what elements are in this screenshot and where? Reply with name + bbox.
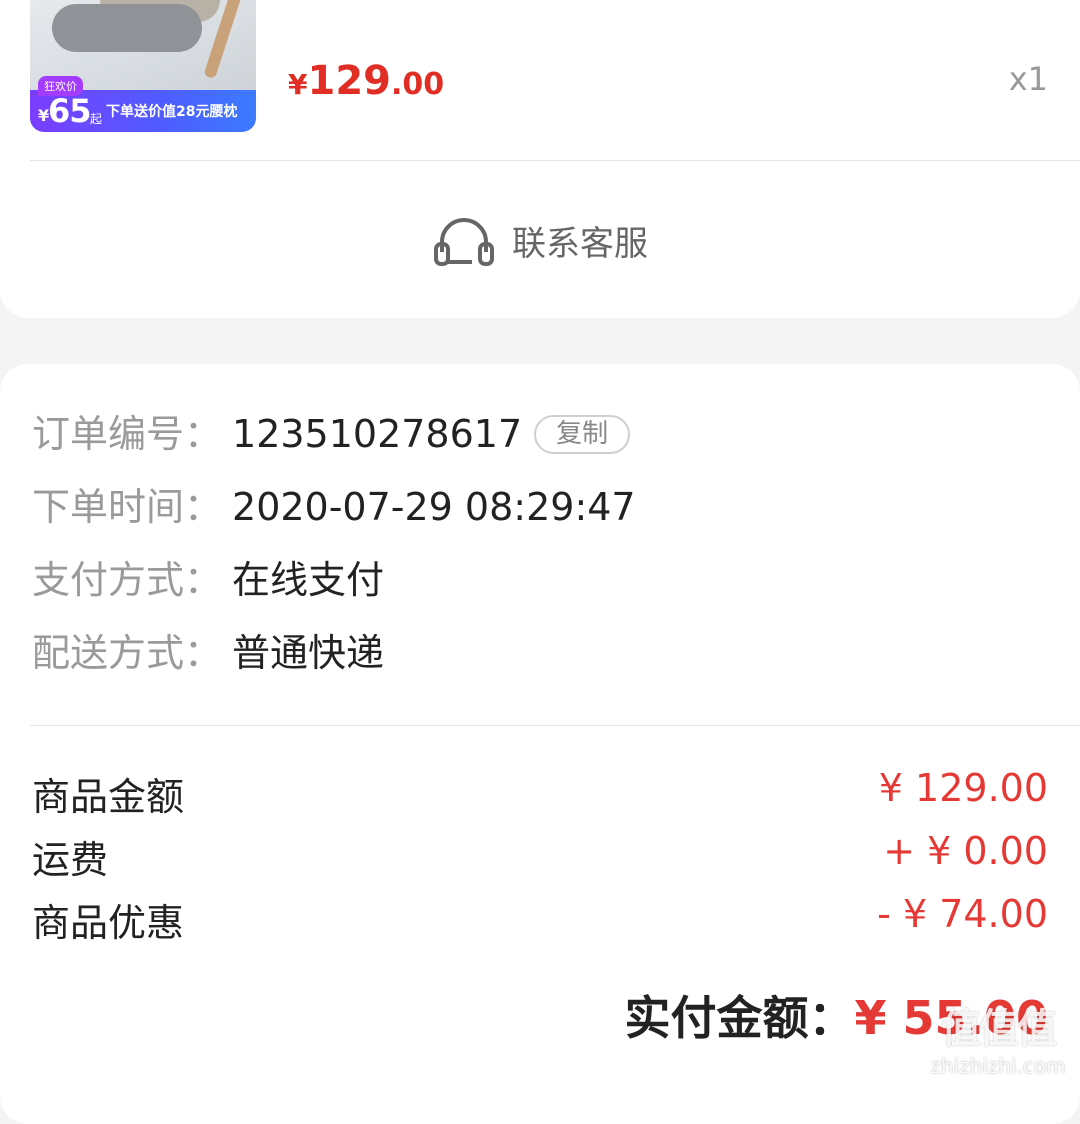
watermark-domain: zhizhizhi.com [930, 1054, 1066, 1078]
discount-value: - ¥ 74.00 [877, 892, 1048, 936]
goods-amount-value: ¥ 129.00 [878, 766, 1048, 810]
contact-service-button[interactable]: 联系客服 [0, 210, 1080, 270]
product-card: 狂欢价 ¥ 65 起 下单送价值28元腰枕 十八格绒布 浅灰色 ¥129.00 … [0, 0, 1080, 318]
product-thumbnail[interactable]: 狂欢价 ¥ 65 起 下单送价值28元腰枕 [30, 0, 256, 132]
price-symbol: ¥ [288, 68, 308, 101]
shipping-fee-label: 运费 [32, 838, 109, 882]
total-paid-label: 实付金额： [624, 991, 855, 1045]
price-decimal: .00 [390, 67, 445, 102]
product-quantity: x1 [1008, 60, 1048, 98]
discount-label: 商品优惠 [32, 901, 185, 945]
payment-method-row: 支付方式： 在线支付 [32, 558, 384, 604]
promo-text: 下单送价值28元腰枕 [106, 104, 238, 120]
site-watermark: 值值值 zhizhizhi.com [924, 996, 1072, 1078]
delivery-method-label: 配送方式： [32, 631, 223, 675]
order-time-value: 2020-07-29 08:29:47 [232, 485, 636, 529]
order-number-value: 123510278617 [232, 412, 523, 456]
order-number-row: 订单编号： 123510278617 复制 [32, 412, 631, 458]
order-time-label: 下单时间： [32, 485, 223, 529]
delivery-method-value: 普通快递 [232, 631, 385, 675]
promo-suffix: 起 [90, 112, 103, 126]
promo-banner: 狂欢价 ¥ 65 起 下单送价值28元腰枕 [30, 76, 256, 132]
order-number-label: 订单编号： [32, 412, 223, 456]
delivery-method-row: 配送方式： 普通快递 [32, 631, 384, 677]
order-time-row: 下单时间： 2020-07-29 08:29:47 [32, 485, 636, 531]
promo-price: 65 [48, 92, 92, 130]
payment-method-value: 在线支付 [232, 558, 385, 602]
goods-amount-label: 商品金额 [32, 775, 185, 819]
payment-method-label: 支付方式： [32, 558, 223, 602]
thumbnail-cushion [52, 4, 202, 52]
divider [30, 160, 1080, 161]
divider [30, 725, 1080, 726]
contact-service-label: 联系客服 [512, 223, 648, 264]
order-details-card: 订单编号： 123510278617 复制 下单时间： 2020-07-29 08:2… [0, 364, 1080, 1124]
product-price: ¥129.00 [288, 58, 444, 104]
shipping-fee-value: + ¥ 0.00 [883, 829, 1048, 873]
watermark-logo: 值值值 [941, 1006, 1057, 1052]
headset-icon [434, 218, 494, 266]
price-integer: 129 [307, 58, 391, 104]
copy-button[interactable]: 复制 [534, 415, 631, 455]
